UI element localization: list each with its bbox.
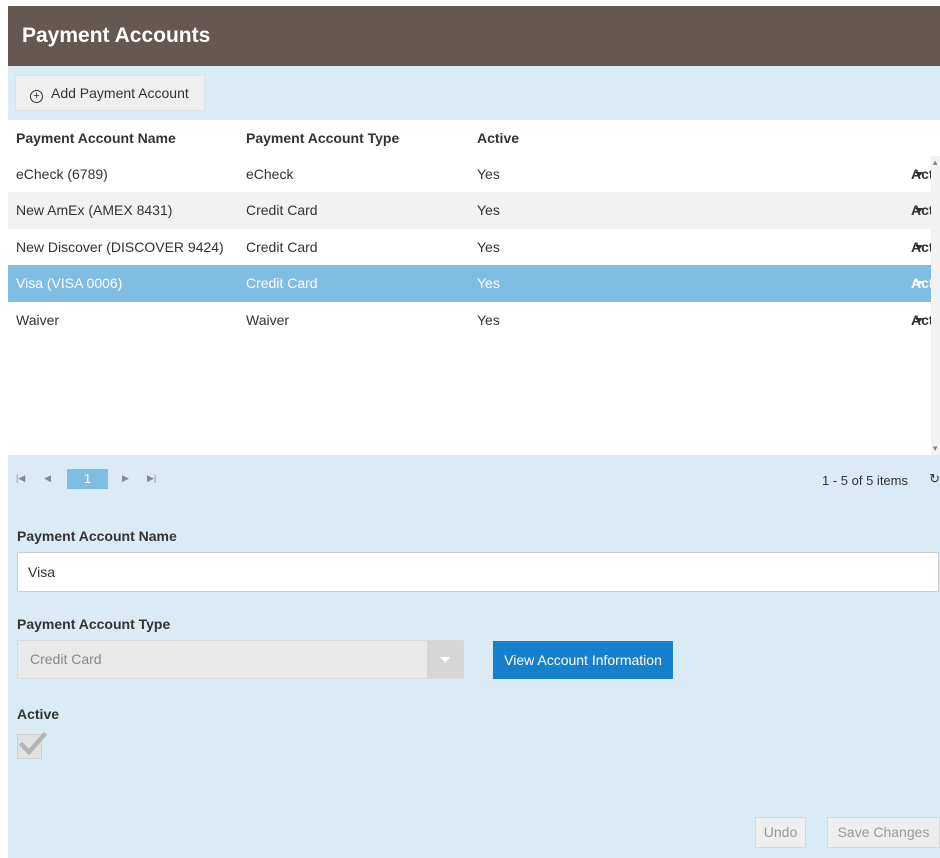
actions-dropdown[interactable]: Actions xyxy=(911,229,940,265)
cell-name: eCheck (6789) xyxy=(16,166,108,182)
payment-accounts-panel: Payment Accounts + Add Payment Account Pa… xyxy=(8,6,940,858)
cell-active: Yes xyxy=(477,311,500,328)
cell-type: eCheck xyxy=(246,166,294,182)
column-header-type[interactable]: Payment Account Type xyxy=(246,120,399,156)
actions-dropdown[interactable]: Actions xyxy=(911,302,940,338)
column-header-active[interactable]: Active xyxy=(477,120,519,156)
payment-account-type-value: Credit Card xyxy=(30,651,102,667)
save-changes-button[interactable]: Save Changes xyxy=(827,817,940,848)
actions-dropdown[interactable]: Actions xyxy=(911,265,940,301)
cell-type: Waiver xyxy=(246,311,290,328)
cell-active: Yes xyxy=(477,238,500,255)
cell-name: Visa (VISA 0006) xyxy=(16,275,123,292)
view-account-information-button[interactable]: View Account Information xyxy=(493,641,673,679)
scroll-down-icon[interactable]: ▼ xyxy=(931,444,939,453)
column-header-name[interactable]: Payment Account Name xyxy=(16,120,176,156)
previous-page-icon[interactable]: ◀ xyxy=(44,473,51,484)
payment-account-name-label: Payment Account Name xyxy=(17,528,177,544)
cell-type: Credit Card xyxy=(246,238,318,255)
first-page-icon[interactable]: |◀ xyxy=(16,473,25,484)
table-row[interactable]: eCheck (6789) eCheck Yes Actions xyxy=(8,156,940,192)
payment-account-type-label: Payment Account Type xyxy=(17,616,171,632)
payment-account-name-input[interactable]: Visa xyxy=(17,552,939,592)
cell-name: New AmEx (AMEX 8431) xyxy=(16,202,173,219)
pager-info: 1 - 5 of 5 items xyxy=(822,473,908,488)
plus-circle-icon: + xyxy=(30,90,43,103)
table-row[interactable]: Waiver Waiver Yes Actions xyxy=(8,302,940,338)
actions-dropdown[interactable]: Actions xyxy=(911,192,940,228)
checkmark-icon xyxy=(18,731,47,756)
cell-type: Credit Card xyxy=(246,275,318,292)
table-row[interactable]: New Discover (DISCOVER 9424) Credit Card… xyxy=(8,229,940,265)
page-title: Payment Accounts xyxy=(8,6,940,66)
payment-accounts-grid: Payment Account Name Payment Account Typ… xyxy=(8,120,940,455)
grid-scrollbar[interactable]: ▲ ▼ xyxy=(931,156,940,455)
scroll-up-icon[interactable]: ▲ xyxy=(931,158,939,167)
active-checkbox[interactable] xyxy=(17,731,47,759)
current-page-number[interactable]: 1 xyxy=(67,469,108,489)
cell-active: Yes xyxy=(477,275,500,292)
cell-name: New Discover (DISCOVER 9424) xyxy=(16,238,224,255)
undo-button[interactable]: Undo xyxy=(755,817,806,848)
active-label: Active xyxy=(17,706,60,722)
toolbar: + Add Payment Account xyxy=(8,66,940,120)
last-page-icon[interactable]: ▶| xyxy=(147,473,156,484)
payment-account-type-select[interactable]: Credit Card xyxy=(17,640,464,679)
chevron-down-icon[interactable] xyxy=(427,641,463,678)
cell-active: Yes xyxy=(477,166,500,182)
next-page-icon[interactable]: ▶ xyxy=(122,473,129,484)
add-payment-account-button[interactable]: + Add Payment Account xyxy=(15,75,205,111)
grid-pager: |◀ ◀ 1 ▶ ▶| 1 - 5 of 5 items ↻ xyxy=(8,455,940,505)
table-row-selected[interactable]: Visa (VISA 0006) Credit Card Yes Actions xyxy=(8,265,940,302)
actions-dropdown[interactable]: Actions xyxy=(911,156,940,192)
cell-type: Credit Card xyxy=(246,202,318,219)
refresh-icon[interactable]: ↻ xyxy=(929,471,940,487)
table-row[interactable]: New AmEx (AMEX 8431) Credit Card Yes Act… xyxy=(8,192,940,229)
cell-active: Yes xyxy=(477,202,500,219)
grid-header: Payment Account Name Payment Account Typ… xyxy=(8,120,940,156)
grid-rows: eCheck (6789) eCheck Yes Actions New AmE… xyxy=(8,156,940,455)
cell-name: Waiver xyxy=(16,311,60,328)
add-payment-account-label: Add Payment Account xyxy=(51,85,189,101)
